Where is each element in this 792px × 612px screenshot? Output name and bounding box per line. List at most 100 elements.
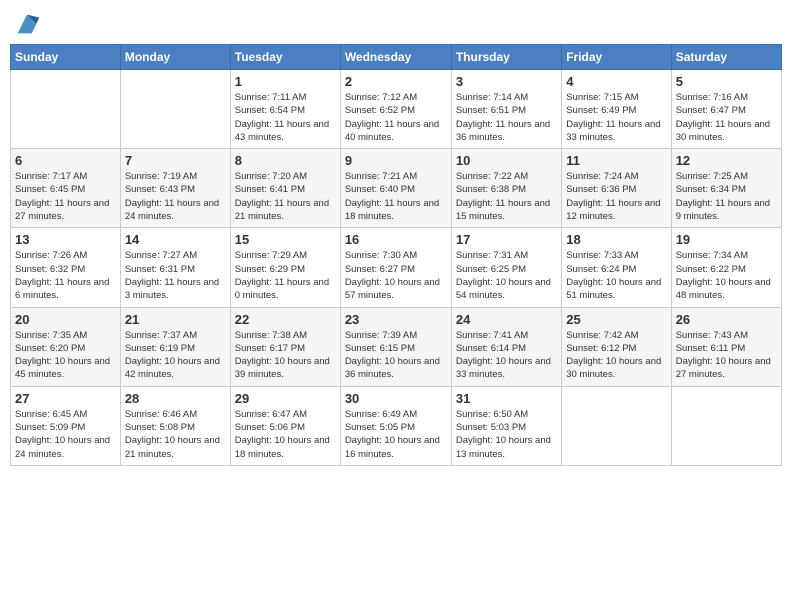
day-number: 1: [235, 74, 336, 89]
weekday-header: Saturday: [671, 45, 781, 70]
day-number: 16: [345, 232, 447, 247]
day-info: Sunrise: 7:41 AMSunset: 6:14 PMDaylight:…: [456, 329, 557, 382]
calendar-week-row: 27 Sunrise: 6:45 AMSunset: 5:09 PMDayligh…: [11, 386, 782, 465]
calendar-cell: 2 Sunrise: 7:12 AMSunset: 6:52 PMDaylight…: [340, 70, 451, 149]
day-number: 3: [456, 74, 557, 89]
day-info: Sunrise: 6:47 AMSunset: 5:06 PMDaylight:…: [235, 408, 336, 461]
calendar-cell: 22 Sunrise: 7:38 AMSunset: 6:17 PMDayligh…: [230, 307, 340, 386]
day-number: 11: [566, 153, 666, 168]
day-info: Sunrise: 6:46 AMSunset: 5:08 PMDaylight:…: [125, 408, 226, 461]
calendar-cell: 15 Sunrise: 7:29 AMSunset: 6:29 PMDayligh…: [230, 228, 340, 307]
day-number: 13: [15, 232, 116, 247]
day-info: Sunrise: 7:29 AMSunset: 6:29 PMDaylight:…: [235, 249, 336, 302]
day-number: 9: [345, 153, 447, 168]
calendar-week-row: 20 Sunrise: 7:35 AMSunset: 6:20 PMDayligh…: [11, 307, 782, 386]
day-info: Sunrise: 7:33 AMSunset: 6:24 PMDaylight:…: [566, 249, 666, 302]
calendar-cell: 30 Sunrise: 6:49 AMSunset: 5:05 PMDayligh…: [340, 386, 451, 465]
calendar-cell: 13 Sunrise: 7:26 AMSunset: 6:32 PMDayligh…: [11, 228, 121, 307]
calendar-cell: [11, 70, 121, 149]
day-number: 22: [235, 312, 336, 327]
day-info: Sunrise: 7:34 AMSunset: 6:22 PMDaylight:…: [676, 249, 777, 302]
day-info: Sunrise: 7:31 AMSunset: 6:25 PMDaylight:…: [456, 249, 557, 302]
calendar-cell: 10Sunrise: 7:22 AMSunset: 6:38 PMDayligh…: [451, 149, 561, 228]
calendar-cell: 14 Sunrise: 7:27 AMSunset: 6:31 PMDayligh…: [120, 228, 230, 307]
calendar-cell: 24Sunrise: 7:41 AMSunset: 6:14 PMDayligh…: [451, 307, 561, 386]
day-number: 7: [125, 153, 226, 168]
logo-icon: [13, 10, 41, 38]
calendar-cell: 11Sunrise: 7:24 AMSunset: 6:36 PMDayligh…: [562, 149, 671, 228]
calendar-week-row: 6Sunrise: 7:17 AMSunset: 6:45 PMDaylight…: [11, 149, 782, 228]
day-info: Sunrise: 7:19 AMSunset: 6:43 PMDaylight:…: [125, 170, 226, 223]
calendar-cell: 25 Sunrise: 7:42 AMSunset: 6:12 PMDayligh…: [562, 307, 671, 386]
day-number: 28: [125, 391, 226, 406]
day-number: 30: [345, 391, 447, 406]
day-info: Sunrise: 7:11 AMSunset: 6:54 PMDaylight:…: [235, 91, 336, 144]
calendar-cell: 21 Sunrise: 7:37 AMSunset: 6:19 PMDayligh…: [120, 307, 230, 386]
day-number: 31: [456, 391, 557, 406]
day-info: Sunrise: 7:27 AMSunset: 6:31 PMDaylight:…: [125, 249, 226, 302]
day-info: Sunrise: 7:26 AMSunset: 6:32 PMDaylight:…: [15, 249, 116, 302]
calendar-cell: 31 Sunrise: 6:50 AMSunset: 5:03 PMDayligh…: [451, 386, 561, 465]
day-number: 26: [676, 312, 777, 327]
calendar-week-row: 13 Sunrise: 7:26 AMSunset: 6:32 PMDayligh…: [11, 228, 782, 307]
day-number: 27: [15, 391, 116, 406]
calendar-table: SundayMondayTuesdayWednesdayThursdayFrid…: [10, 44, 782, 466]
day-info: Sunrise: 6:45 AMSunset: 5:09 PMDaylight:…: [15, 408, 116, 461]
logo: [10, 10, 41, 38]
calendar-cell: 3Sunrise: 7:14 AMSunset: 6:51 PMDaylight…: [451, 70, 561, 149]
day-number: 14: [125, 232, 226, 247]
calendar-cell: 20 Sunrise: 7:35 AMSunset: 6:20 PMDayligh…: [11, 307, 121, 386]
day-info: Sunrise: 7:17 AMSunset: 6:45 PMDaylight:…: [15, 170, 116, 223]
day-info: Sunrise: 7:21 AMSunset: 6:40 PMDaylight:…: [345, 170, 447, 223]
day-number: 4: [566, 74, 666, 89]
day-info: Sunrise: 6:50 AMSunset: 5:03 PMDaylight:…: [456, 408, 557, 461]
calendar-cell: 16Sunrise: 7:30 AMSunset: 6:27 PMDayligh…: [340, 228, 451, 307]
day-info: Sunrise: 7:38 AMSunset: 6:17 PMDaylight:…: [235, 329, 336, 382]
weekday-header: Tuesday: [230, 45, 340, 70]
calendar-cell: [120, 70, 230, 149]
day-number: 19: [676, 232, 777, 247]
day-info: Sunrise: 7:25 AMSunset: 6:34 PMDaylight:…: [676, 170, 777, 223]
calendar-cell: [671, 386, 781, 465]
day-info: Sunrise: 7:43 AMSunset: 6:11 PMDaylight:…: [676, 329, 777, 382]
calendar-week-row: 1 Sunrise: 7:11 AMSunset: 6:54 PMDaylight…: [11, 70, 782, 149]
calendar-cell: 19 Sunrise: 7:34 AMSunset: 6:22 PMDayligh…: [671, 228, 781, 307]
day-number: 29: [235, 391, 336, 406]
day-info: Sunrise: 7:16 AMSunset: 6:47 PMDaylight:…: [676, 91, 777, 144]
day-number: 8: [235, 153, 336, 168]
day-number: 21: [125, 312, 226, 327]
day-number: 15: [235, 232, 336, 247]
day-number: 2: [345, 74, 447, 89]
calendar-cell: [562, 386, 671, 465]
weekday-header: Monday: [120, 45, 230, 70]
day-info: Sunrise: 7:42 AMSunset: 6:12 PMDaylight:…: [566, 329, 666, 382]
day-info: Sunrise: 7:35 AMSunset: 6:20 PMDaylight:…: [15, 329, 116, 382]
weekday-header-row: SundayMondayTuesdayWednesdayThursdayFrid…: [11, 45, 782, 70]
calendar-cell: 29 Sunrise: 6:47 AMSunset: 5:06 PMDayligh…: [230, 386, 340, 465]
weekday-header: Thursday: [451, 45, 561, 70]
day-info: Sunrise: 7:12 AMSunset: 6:52 PMDaylight:…: [345, 91, 447, 144]
day-info: Sunrise: 7:39 AMSunset: 6:15 PMDaylight:…: [345, 329, 447, 382]
calendar-cell: 7 Sunrise: 7:19 AMSunset: 6:43 PMDaylight…: [120, 149, 230, 228]
calendar-cell: 18 Sunrise: 7:33 AMSunset: 6:24 PMDayligh…: [562, 228, 671, 307]
calendar-cell: 27 Sunrise: 6:45 AMSunset: 5:09 PMDayligh…: [11, 386, 121, 465]
day-number: 25: [566, 312, 666, 327]
weekday-header: Wednesday: [340, 45, 451, 70]
day-number: 20: [15, 312, 116, 327]
calendar-cell: 28 Sunrise: 6:46 AMSunset: 5:08 PMDayligh…: [120, 386, 230, 465]
day-number: 5: [676, 74, 777, 89]
day-number: 18: [566, 232, 666, 247]
day-info: Sunrise: 6:49 AMSunset: 5:05 PMDaylight:…: [345, 408, 447, 461]
day-info: Sunrise: 7:37 AMSunset: 6:19 PMDaylight:…: [125, 329, 226, 382]
calendar-cell: 9 Sunrise: 7:21 AMSunset: 6:40 PMDaylight…: [340, 149, 451, 228]
day-number: 12: [676, 153, 777, 168]
calendar-cell: 26 Sunrise: 7:43 AMSunset: 6:11 PMDayligh…: [671, 307, 781, 386]
calendar-cell: 4 Sunrise: 7:15 AMSunset: 6:49 PMDaylight…: [562, 70, 671, 149]
calendar-cell: 5 Sunrise: 7:16 AMSunset: 6:47 PMDaylight…: [671, 70, 781, 149]
day-info: Sunrise: 7:22 AMSunset: 6:38 PMDaylight:…: [456, 170, 557, 223]
weekday-header: Friday: [562, 45, 671, 70]
calendar-cell: 12 Sunrise: 7:25 AMSunset: 6:34 PMDayligh…: [671, 149, 781, 228]
day-info: Sunrise: 7:15 AMSunset: 6:49 PMDaylight:…: [566, 91, 666, 144]
weekday-header: Sunday: [11, 45, 121, 70]
calendar-cell: 17Sunrise: 7:31 AMSunset: 6:25 PMDayligh…: [451, 228, 561, 307]
